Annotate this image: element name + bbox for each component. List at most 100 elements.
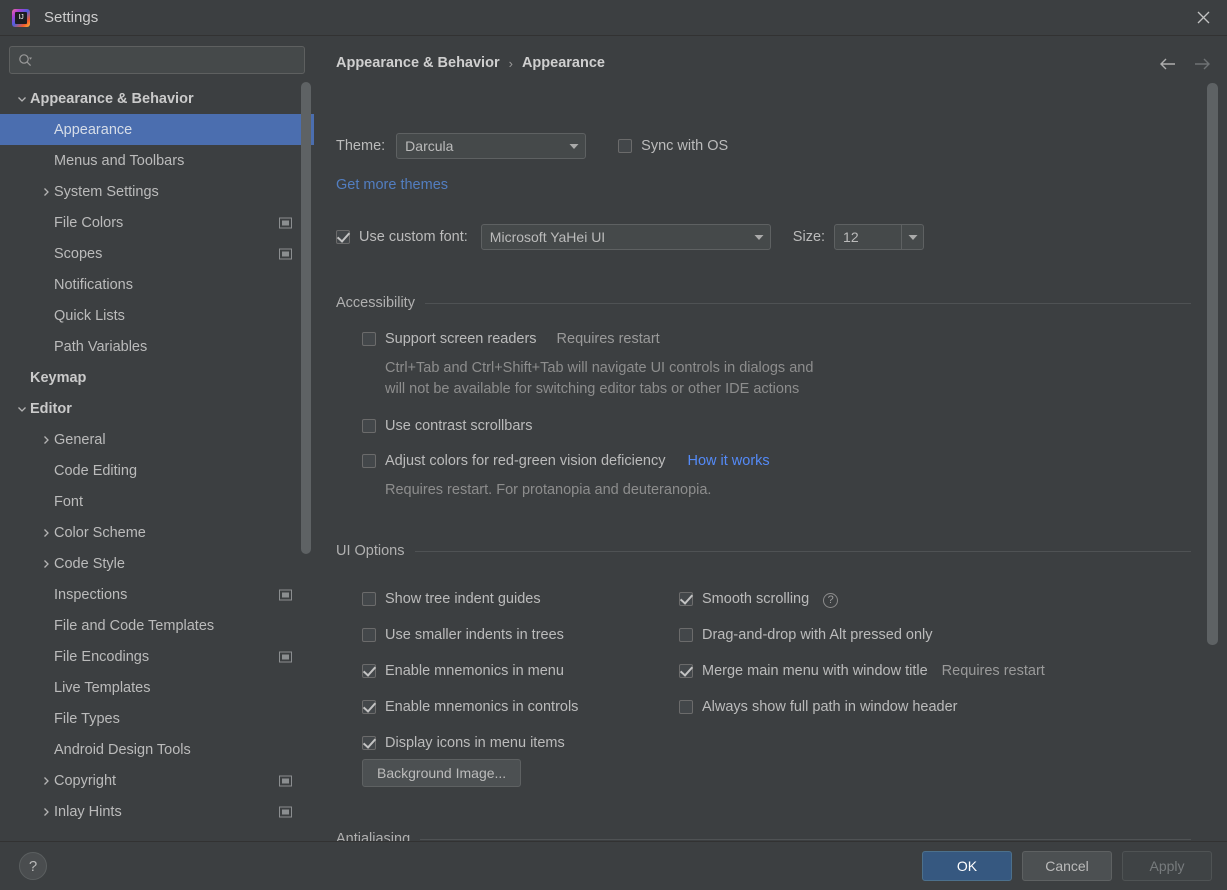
ui-option-checkbox[interactable] [362, 664, 376, 678]
sidebar-item-label: Android Design Tools [54, 741, 191, 758]
font-size-combobox[interactable]: 12 [834, 224, 925, 250]
use-contrast-scrollbars-checkbox[interactable] [362, 419, 376, 433]
ui-option-row[interactable]: Show tree indent guides [362, 581, 578, 617]
chevron-right-icon[interactable] [38, 435, 54, 445]
ui-option-row[interactable]: Always show full path in window header [679, 689, 1045, 725]
chevron-right-icon[interactable] [38, 776, 54, 786]
support-screen-readers-toggle[interactable]: Support screen readers [362, 331, 537, 347]
ui-option-label: Enable mnemonics in menu [385, 663, 564, 679]
breadcrumb: Appearance & Behavior › Appearance [336, 55, 605, 71]
ui-option-checkbox[interactable] [362, 628, 376, 642]
ui-option-row[interactable]: Merge main menu with window title Require… [679, 653, 1045, 689]
sidebar-item-file-and-code-templates[interactable]: File and Code Templates [0, 610, 314, 641]
contrast-scrollbars-toggle[interactable]: Use contrast scrollbars [362, 418, 532, 434]
contrast-scrollbars-row[interactable]: Use contrast scrollbars [362, 418, 532, 434]
sidebar-item-color-scheme[interactable]: Color Scheme [0, 517, 314, 548]
sidebar-item-file-encodings[interactable]: File Encodings [0, 641, 314, 672]
sync-with-os-checkbox[interactable] [618, 139, 633, 153]
question-mark-icon[interactable]: ? [19, 852, 47, 880]
window-title: Settings [44, 9, 99, 26]
content-scrollbar[interactable] [1207, 83, 1218, 645]
chevron-right-icon[interactable] [38, 187, 54, 197]
use-custom-font-checkbox[interactable] [336, 230, 350, 244]
sidebar-item-appearance-behavior[interactable]: Appearance & Behavior [0, 83, 314, 114]
sidebar-item-menus-and-toolbars[interactable]: Menus and Toolbars [0, 145, 314, 176]
ui-option-row[interactable]: Drag-and-drop with Alt pressed only [679, 617, 1045, 653]
chevron-right-icon[interactable] [38, 528, 54, 538]
use-custom-font-row[interactable]: Use custom font: [336, 229, 468, 245]
chevron-down-icon[interactable] [14, 94, 30, 104]
theme-label: Theme: [336, 138, 386, 154]
sidebar-scrollbar[interactable] [301, 82, 311, 554]
hint-text: Requires restart. For protanopia and deu… [385, 482, 712, 498]
help-icon-wrap[interactable]: ? [823, 590, 839, 608]
ui-option-row[interactable]: Use smaller indents in trees [362, 617, 578, 653]
sidebar-item-inlay-hints[interactable]: Inlay Hints [0, 796, 314, 827]
sidebar-item-label: Editor [30, 400, 72, 417]
sidebar-item-code-editing[interactable]: Code Editing [0, 455, 314, 486]
sidebar-item-label: Code Style [54, 555, 125, 572]
ui-option-row[interactable]: Enable mnemonics in controls [362, 689, 578, 725]
sidebar-item-scopes[interactable]: Scopes [0, 238, 314, 269]
arrow-right-icon [1190, 52, 1214, 76]
ui-option-row[interactable]: Display icons in menu items [362, 725, 578, 761]
sidebar-item-appearance[interactable]: Appearance [0, 114, 314, 145]
chevron-right-icon[interactable] [38, 559, 54, 569]
sidebar-item-inspections[interactable]: Inspections [0, 579, 314, 610]
ui-option-checkbox[interactable] [362, 736, 376, 750]
breadcrumb-parent[interactable]: Appearance & Behavior [336, 55, 500, 71]
ui-option-checkbox[interactable] [679, 664, 693, 678]
adjust-colors-toggle[interactable]: Adjust colors for red-green vision defic… [362, 453, 665, 469]
help-icon[interactable]: ? [823, 593, 839, 608]
font-family-combobox[interactable]: Microsoft YaHei UI [480, 224, 771, 250]
navigation-arrows [1156, 52, 1214, 76]
ok-button[interactable]: OK [922, 851, 1012, 881]
close-icon[interactable] [1179, 0, 1227, 35]
sidebar-item-code-style[interactable]: Code Style [0, 548, 314, 579]
background-image-button[interactable]: Background Image... [362, 759, 522, 787]
support-screen-readers-checkbox[interactable] [362, 332, 376, 346]
project-level-settings-icon [279, 775, 292, 786]
ui-option-row[interactable]: Enable mnemonics in menu [362, 653, 578, 689]
ui-option-checkbox[interactable] [679, 628, 693, 642]
sidebar-item-file-colors[interactable]: File Colors [0, 207, 314, 238]
cancel-button[interactable]: Cancel [1022, 851, 1112, 881]
sidebar-item-android-design-tools[interactable]: Android Design Tools [0, 734, 314, 765]
sidebar-item-file-types[interactable]: File Types [0, 703, 314, 734]
sidebar-item-font[interactable]: Font [0, 486, 314, 517]
sidebar-item-label: Menus and Toolbars [54, 152, 185, 169]
sidebar-item-keymap[interactable]: Keymap [0, 362, 314, 393]
ui-option-checkbox[interactable] [679, 700, 693, 714]
arrow-left-icon[interactable] [1156, 52, 1180, 76]
chevron-down-icon[interactable] [14, 404, 30, 414]
sidebar-item-label: Inspections [54, 586, 128, 603]
how-it-works-link[interactable]: How it works [687, 453, 769, 469]
theme-value: Darcula [405, 138, 454, 154]
sidebar-item-label: File Colors [54, 214, 124, 231]
sync-with-os-row[interactable]: Sync with OS [618, 138, 728, 154]
ui-option-checkbox[interactable] [362, 592, 376, 606]
ui-option-checkbox[interactable] [679, 592, 693, 606]
chevron-down-icon[interactable] [901, 225, 923, 249]
adjust-colors-checkbox[interactable] [362, 454, 376, 468]
theme-combobox[interactable]: Darcula [396, 133, 587, 159]
sidebar-item-general[interactable]: General [0, 424, 314, 455]
sidebar-item-copyright[interactable]: Copyright [0, 765, 314, 796]
sidebar-item-label: Color Scheme [54, 524, 146, 541]
ui-option-checkbox[interactable] [362, 700, 376, 714]
custom-font-row: Use custom font: Microsoft YaHei UI Size… [336, 224, 925, 250]
sidebar-item-notifications[interactable]: Notifications [0, 269, 314, 300]
sidebar-item-system-settings[interactable]: System Settings [0, 176, 314, 207]
ui-option-label: Merge main menu with window title [702, 663, 928, 679]
sidebar-item-live-templates[interactable]: Live Templates [0, 672, 314, 703]
ui-option-label: Display icons in menu items [385, 735, 565, 751]
adjust-colors-hint: Requires restart. For protanopia and deu… [385, 482, 711, 498]
get-more-themes-link[interactable]: Get more themes [336, 177, 448, 193]
ui-option-row[interactable]: Smooth scrolling? [679, 581, 1045, 617]
sidebar-item-editor[interactable]: Editor [0, 393, 314, 424]
sidebar-item-quick-lists[interactable]: Quick Lists [0, 300, 314, 331]
sidebar-item-path-variables[interactable]: Path Variables [0, 331, 314, 362]
chevron-right-icon[interactable] [38, 807, 54, 817]
search-input[interactable] [38, 52, 296, 68]
search-box[interactable] [9, 46, 305, 74]
